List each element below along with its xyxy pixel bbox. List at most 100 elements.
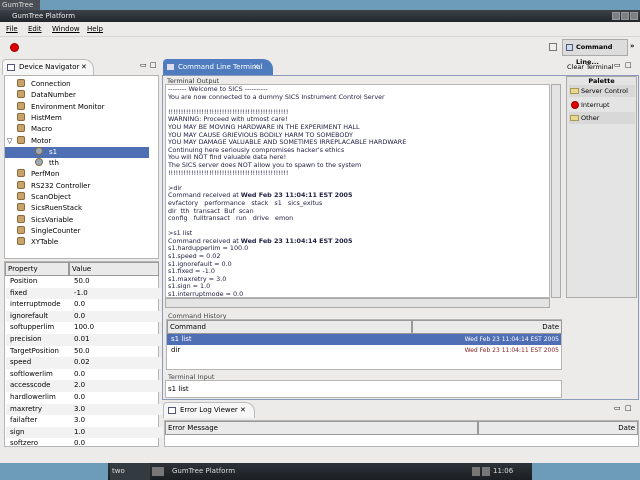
tree-item[interactable]: SicsRuenStack xyxy=(5,203,149,214)
tree-item[interactable]: SingleCounter xyxy=(5,225,149,237)
tree-item[interactable]: RS232 Controller xyxy=(5,180,149,192)
minimize-view-icon[interactable]: ▭ xyxy=(614,61,621,69)
maximize-view-icon[interactable]: □ xyxy=(150,61,157,69)
tree-item[interactable]: SicsVariable xyxy=(5,214,149,226)
history-row[interactable]: dir Wed Feb 23 11:04:11 EST 2005 xyxy=(167,345,561,356)
property-row[interactable]: TargetPosition 50.0 xyxy=(6,346,163,358)
property-row[interactable]: softzero 0.0 xyxy=(6,438,163,450)
tree-item[interactable]: s1 xyxy=(5,146,149,158)
property-row[interactable]: maxretry 3.0 xyxy=(6,403,163,416)
property-name: speed xyxy=(10,358,32,367)
expand-toggle-icon[interactable]: ▽ xyxy=(7,136,12,147)
tree-item-label: tth xyxy=(49,159,59,168)
property-row[interactable]: softupperlim 100.0 xyxy=(6,322,163,334)
property-row[interactable]: softlowerlim 0.0 xyxy=(6,369,163,381)
error-log-title: Error Log Viewer xyxy=(180,406,238,414)
maximize-window-button[interactable] xyxy=(621,12,629,20)
menu-edit[interactable]: Edit xyxy=(28,25,42,33)
tree-item[interactable]: ▽ Motor xyxy=(5,135,149,147)
tab-command-line-terminal[interactable]: Command Line Terminal ✕ xyxy=(163,59,273,75)
vertical-scrollbar[interactable] xyxy=(551,84,561,298)
tray-icon[interactable] xyxy=(482,467,490,476)
tree-item[interactable]: HistMem xyxy=(5,112,149,124)
horizontal-scrollbar[interactable] xyxy=(165,298,550,308)
minimize-window-button[interactable] xyxy=(612,12,620,20)
property-row[interactable]: failafter 3.0 xyxy=(6,415,163,427)
palette-item-interrupt[interactable]: Interrupt xyxy=(569,99,635,111)
tab-error-log-viewer[interactable]: Error Log Viewer ✕ xyxy=(163,402,255,418)
open-perspective-icon[interactable] xyxy=(549,43,557,51)
property-row[interactable]: sign 1.0 xyxy=(6,426,163,439)
column-header-date[interactable]: Date xyxy=(412,320,562,334)
minimize-view-icon[interactable]: ▭ xyxy=(140,61,147,69)
tree-item[interactable]: DataNumber xyxy=(5,90,149,101)
terminal-output[interactable]: -------- Welcome to SICS ---------- You a… xyxy=(165,84,550,298)
tree-item[interactable]: Macro xyxy=(5,124,149,135)
device-icon xyxy=(17,169,25,178)
menu-window[interactable]: Window xyxy=(52,25,80,33)
maximize-view-icon[interactable]: □ xyxy=(625,404,632,412)
property-row[interactable]: speed 0.02 xyxy=(6,357,163,369)
property-value: 3.0 xyxy=(74,404,86,413)
clear-terminal-button[interactable]: Clear Terminal xyxy=(567,63,614,71)
more-perspectives-button[interactable]: » xyxy=(630,42,635,50)
property-name: TargetPosition xyxy=(10,346,59,355)
perspective-command-line-button[interactable]: Command Line... xyxy=(562,39,628,66)
property-value: 0.0 xyxy=(74,439,86,448)
tree-item[interactable]: ScanObject xyxy=(5,192,149,203)
taskbar-app-button[interactable]: GumTree Platform xyxy=(172,463,235,480)
device-icon xyxy=(17,203,25,212)
interrupt-icon xyxy=(571,101,579,109)
tree-item-label: Environment Monitor xyxy=(31,102,105,111)
close-view-icon[interactable]: ✕ xyxy=(240,403,246,418)
property-name: interruptmode xyxy=(10,300,61,309)
tree-item-label: s1 xyxy=(49,147,58,156)
property-row[interactable]: hardlowerlim 0.0 xyxy=(6,392,163,404)
palette: Palette Server Control Interrupt Other xyxy=(566,76,637,298)
tree-item[interactable]: PerfMon xyxy=(5,169,149,180)
property-row[interactable]: ignorefault 0.0 xyxy=(6,310,163,323)
minimize-view-icon[interactable]: ▭ xyxy=(614,404,621,412)
property-row[interactable]: accesscode 2.0 xyxy=(6,380,163,392)
close-window-button[interactable] xyxy=(630,12,638,20)
device-icon xyxy=(17,90,25,99)
toolbar: Command Line... » xyxy=(0,37,640,66)
tree-item[interactable]: XYTable xyxy=(5,237,149,248)
property-row[interactable]: fixed -1.0 xyxy=(6,287,163,300)
column-header-property[interactable]: Property xyxy=(5,262,69,276)
tree-item[interactable]: tth xyxy=(5,158,149,169)
desktop-window-tab[interactable]: GumTree Pla xyxy=(0,0,40,19)
palette-drawer-server-control[interactable]: Server Control xyxy=(569,85,635,97)
tray-icon[interactable] xyxy=(472,467,480,476)
tray-icon[interactable] xyxy=(152,467,164,476)
palette-drawer-other[interactable]: Other xyxy=(569,112,635,124)
column-header-error-message[interactable]: Error Message xyxy=(165,421,478,435)
property-name: softlowerlim xyxy=(10,369,53,378)
column-header-value[interactable]: Value xyxy=(69,262,159,276)
property-value: 50.0 xyxy=(74,277,90,285)
window-title: GumTree Platform xyxy=(12,12,76,20)
tree-item[interactable]: Connection xyxy=(5,79,149,90)
property-name: maxretry xyxy=(10,404,43,413)
menu-file[interactable]: File xyxy=(6,25,18,33)
property-row[interactable]: precision 0.01 xyxy=(6,334,163,346)
desktop-area xyxy=(0,463,108,480)
column-header-date[interactable]: Date xyxy=(478,421,638,435)
column-header-command[interactable]: Command xyxy=(167,320,412,334)
property-row[interactable]: interruptmode 0.0 xyxy=(6,299,163,311)
maximize-view-icon[interactable]: □ xyxy=(625,61,632,69)
terminal-input[interactable]: s1 list xyxy=(165,380,562,398)
history-row[interactable]: s1 list Wed Feb 23 11:04:14 EST 2005 xyxy=(167,334,561,345)
menu-help[interactable]: Help xyxy=(87,25,103,33)
tree-item[interactable]: Environment Monitor xyxy=(5,101,149,113)
close-view-icon[interactable]: ✕ xyxy=(81,60,87,75)
interrupt-button[interactable] xyxy=(10,43,19,52)
terminal-tab-title: Command Line Terminal xyxy=(178,63,263,71)
close-view-icon[interactable]: ✕ xyxy=(253,59,259,75)
device-icon xyxy=(17,237,25,246)
property-row[interactable]: Position 50.0 xyxy=(6,276,163,288)
workspace-switcher[interactable]: two xyxy=(110,463,150,480)
terminal-line: !!!!!!!!!!!!!!!!!!!!!!!!!!!!!!!!!!!!!!!!… xyxy=(168,168,289,177)
tab-device-navigator[interactable]: Device Navigator ✕ xyxy=(2,59,94,75)
